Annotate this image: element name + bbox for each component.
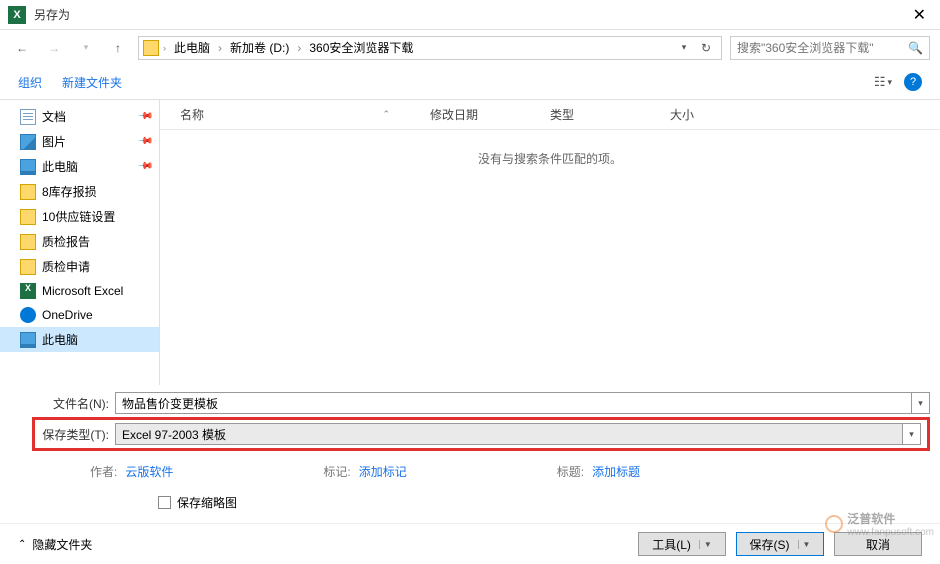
refresh-icon[interactable]: ↻ bbox=[695, 37, 717, 59]
up-button[interactable]: ↑ bbox=[106, 36, 130, 60]
onedrive-icon bbox=[20, 307, 36, 323]
tree-item[interactable]: 8库存报损 bbox=[0, 179, 159, 204]
chevron-down-icon: ▼ bbox=[798, 540, 811, 549]
organize-button[interactable]: 组织 bbox=[18, 74, 42, 91]
breadcrumb-item[interactable]: 新加卷 (D:) bbox=[226, 37, 293, 58]
tree-item[interactable]: 图片 📌 bbox=[0, 129, 159, 154]
folder-icon bbox=[20, 209, 36, 225]
thumbnail-label[interactable]: 保存缩略图 bbox=[177, 494, 237, 511]
tree-item-label: 质检报告 bbox=[42, 233, 90, 250]
tools-button[interactable]: 工具(L)▼ bbox=[638, 532, 726, 556]
tree-item[interactable]: 此电脑 📌 bbox=[0, 154, 159, 179]
pc-icon bbox=[20, 332, 36, 348]
tree-item[interactable]: 质检报告 bbox=[0, 229, 159, 254]
search-input[interactable]: 🔍 bbox=[730, 36, 930, 60]
address-dropdown-icon[interactable]: ▾ bbox=[673, 37, 695, 59]
column-date[interactable]: 修改日期 bbox=[410, 106, 530, 123]
tree-item[interactable]: Microsoft Excel bbox=[0, 279, 159, 303]
filetype-highlight: 保存类型(T): ▾ bbox=[32, 417, 930, 451]
watermark-logo-icon bbox=[825, 515, 843, 533]
breadcrumb-item[interactable]: 360安全浏览器下载 bbox=[305, 37, 417, 58]
column-name[interactable]: 名称⌃ bbox=[160, 106, 410, 123]
author-label: 作者: bbox=[90, 463, 117, 480]
search-icon[interactable]: 🔍 bbox=[908, 41, 923, 55]
tree-item-label: 此电脑 bbox=[42, 158, 78, 175]
tree-item-label: 文档 bbox=[42, 108, 66, 125]
tree-item-label: 10供应链设置 bbox=[42, 208, 115, 225]
breadcrumb-item[interactable]: 此电脑 bbox=[170, 37, 214, 58]
tree-item-label: 此电脑 bbox=[42, 331, 78, 348]
pin-icon: 📌 bbox=[136, 133, 153, 150]
filename-dropdown-icon[interactable]: ▾ bbox=[912, 392, 930, 414]
author-value[interactable]: 云版软件 bbox=[125, 463, 173, 480]
tree-item[interactable]: 10供应链设置 bbox=[0, 204, 159, 229]
tree-item[interactable]: OneDrive bbox=[0, 303, 159, 327]
column-size[interactable]: 大小 bbox=[650, 106, 750, 123]
close-icon[interactable]: ✕ bbox=[907, 5, 932, 25]
folder-icon bbox=[20, 259, 36, 275]
folder-icon bbox=[20, 234, 36, 250]
sort-icon: ⌃ bbox=[382, 109, 390, 120]
pin-icon: 📌 bbox=[136, 158, 153, 175]
view-options-button[interactable]: ☷▾ bbox=[874, 74, 892, 90]
filename-input[interactable] bbox=[115, 392, 912, 414]
hide-folders-button[interactable]: ⌃ 隐藏文件夹 bbox=[18, 536, 92, 553]
tree-item-label: 图片 bbox=[42, 133, 66, 150]
window-title: 另存为 bbox=[34, 6, 907, 23]
help-icon[interactable]: ? bbox=[904, 73, 922, 91]
save-button[interactable]: 保存(S)▼ bbox=[736, 532, 824, 556]
img-icon bbox=[20, 134, 36, 150]
back-button[interactable]: ← bbox=[10, 36, 34, 60]
watermark: 泛普软件 www.fanpusoft.com bbox=[825, 510, 934, 538]
title-meta-label: 标题: bbox=[557, 463, 584, 480]
chevron-up-icon: ⌃ bbox=[18, 539, 26, 550]
pin-icon: 📌 bbox=[136, 108, 153, 125]
folder-icon bbox=[143, 40, 159, 56]
folder-icon bbox=[20, 184, 36, 200]
address-bar[interactable]: › 此电脑 › 新加卷 (D:) › 360安全浏览器下载 ▾ ↻ bbox=[138, 36, 722, 60]
new-folder-button[interactable]: 新建文件夹 bbox=[62, 74, 122, 91]
tree-item-label: 质检申请 bbox=[42, 258, 90, 275]
empty-message: 没有与搜索条件匹配的项。 bbox=[160, 130, 940, 385]
title-meta-value[interactable]: 添加标题 bbox=[592, 463, 640, 480]
tree-item-label: OneDrive bbox=[42, 308, 93, 322]
pc-icon bbox=[20, 159, 36, 175]
excel-icon bbox=[20, 283, 36, 299]
doc-icon bbox=[20, 109, 36, 125]
tree-item[interactable]: 质检申请 bbox=[0, 254, 159, 279]
filetype-label: 保存类型(T): bbox=[35, 426, 115, 443]
forward-button[interactable]: → bbox=[42, 36, 66, 60]
folder-tree: 文档 📌 图片 📌 此电脑 📌 8库存报损 10供应链设置质检报告质检申请 Microsoft … bbox=[0, 100, 160, 385]
filetype-input[interactable] bbox=[115, 423, 903, 445]
tree-item-label: 8库存报损 bbox=[42, 183, 97, 200]
filename-label: 文件名(N): bbox=[0, 395, 115, 412]
search-field[interactable] bbox=[737, 41, 904, 55]
tree-item[interactable]: 文档 📌 bbox=[0, 104, 159, 129]
tag-value[interactable]: 添加标记 bbox=[359, 463, 407, 480]
tree-item-label: Microsoft Excel bbox=[42, 284, 123, 298]
tag-label: 标记: bbox=[323, 463, 350, 480]
chevron-down-icon: ▼ bbox=[699, 540, 712, 549]
recent-dropdown[interactable]: ▾ bbox=[74, 36, 98, 60]
column-type[interactable]: 类型 bbox=[530, 106, 650, 123]
excel-icon bbox=[8, 6, 26, 24]
thumbnail-checkbox[interactable] bbox=[158, 496, 171, 509]
tree-item[interactable]: 此电脑 bbox=[0, 327, 159, 352]
filetype-dropdown-icon[interactable]: ▾ bbox=[903, 423, 921, 445]
breadcrumb: 此电脑 › 新加卷 (D:) › 360安全浏览器下载 bbox=[170, 37, 669, 58]
